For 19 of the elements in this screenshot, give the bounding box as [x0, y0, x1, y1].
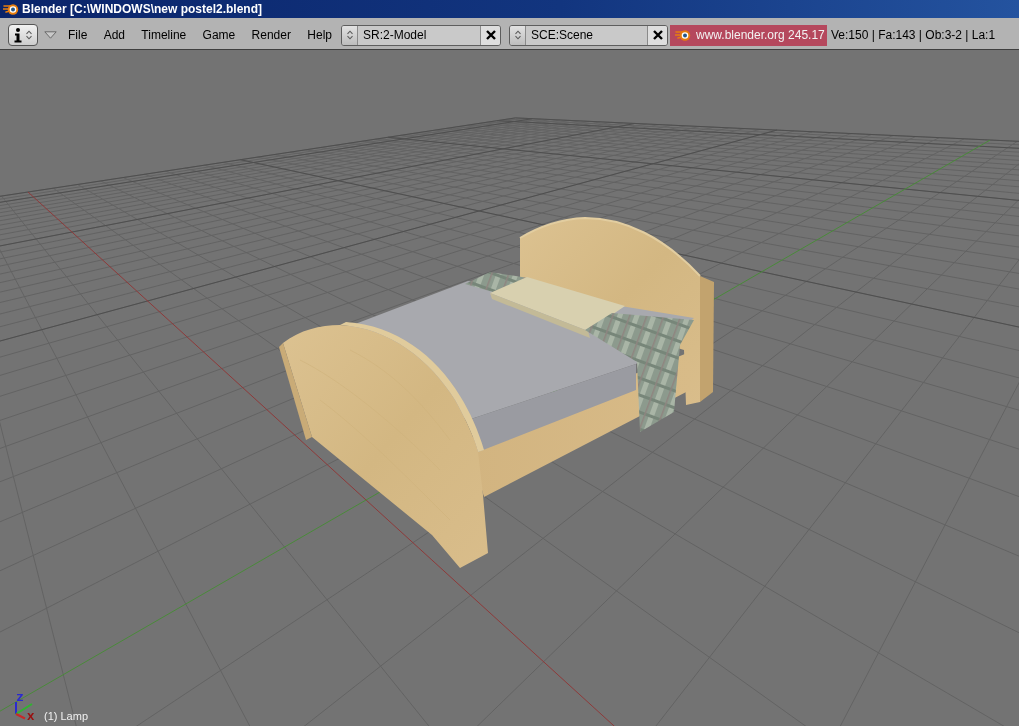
- menu-item[interactable]: Help: [307, 28, 332, 42]
- menu-item[interactable]: File: [68, 28, 88, 42]
- scene-stats: Ve:150 | Fa:143 | Ob:3-2 | La:1: [831, 28, 996, 42]
- logo-icon: [675, 28, 691, 42]
- info-icon: [14, 27, 22, 43]
- up-down-arrows-icon: [26, 30, 32, 40]
- editor-type-button[interactable]: [8, 24, 38, 46]
- menu-item[interactable]: Timeline: [141, 28, 187, 42]
- collapse-triangle-icon[interactable]: [44, 31, 57, 39]
- menu-item[interactable]: Render: [251, 28, 291, 42]
- active-object-label: (1) Lamp: [44, 710, 89, 722]
- menu-item[interactable]: Game: [202, 28, 236, 42]
- axis-label: X: [27, 711, 35, 722]
- menu-item[interactable]: Add: [103, 28, 126, 42]
- axis-gizmo-icon: [15, 701, 33, 720]
- app-logo-icon: [3, 2, 19, 16]
- version-text: www.blender.org 245.17: [696, 28, 825, 42]
- axis-label: Z: [16, 692, 24, 703]
- window-title: Blender [C:\WINDOWS\new postel2.blend]: [22, 2, 262, 16]
